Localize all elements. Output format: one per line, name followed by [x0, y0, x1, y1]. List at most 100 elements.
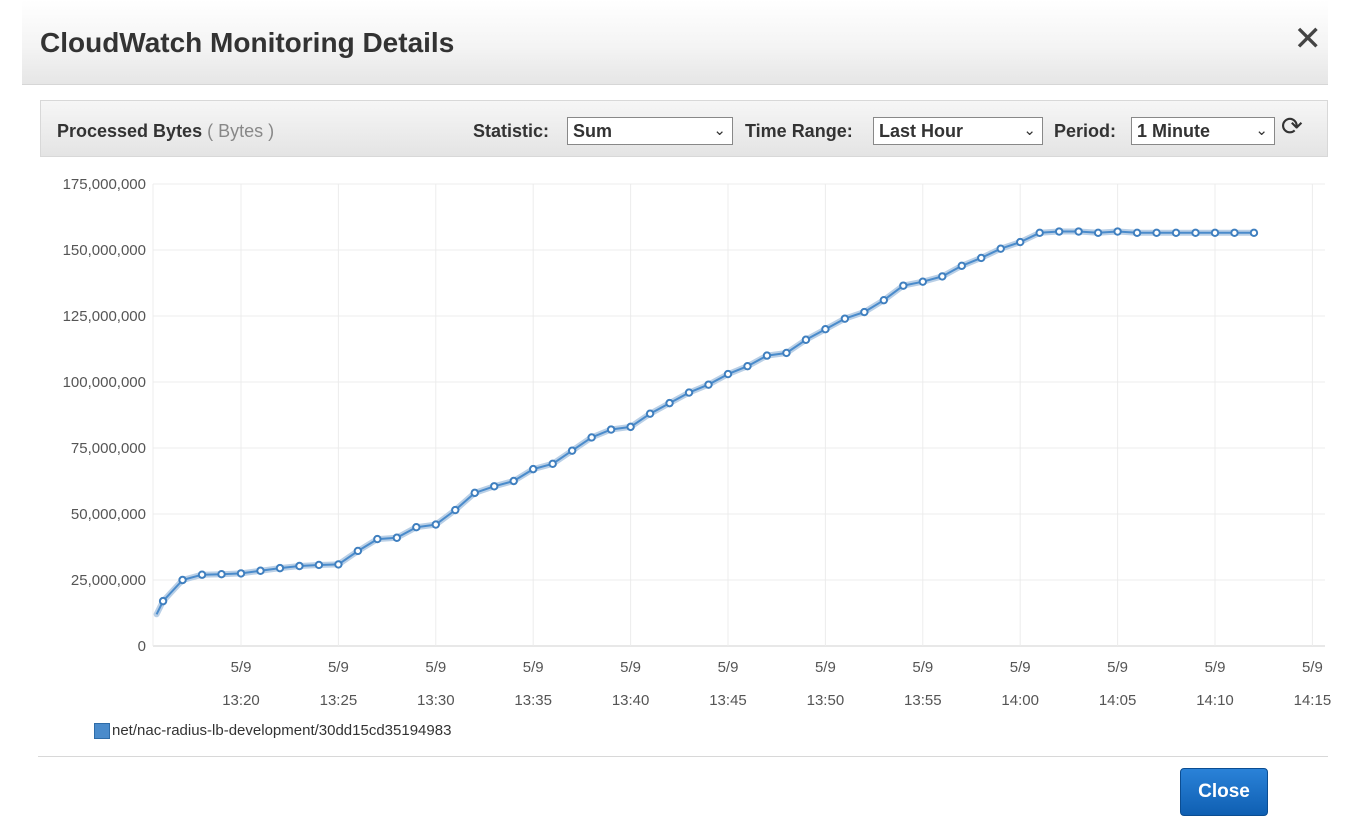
data-point: [178, 575, 187, 585]
y-tick-label: 75,000,000: [71, 440, 146, 457]
data-point: [431, 520, 440, 529]
statistic-value: Sum: [573, 121, 613, 141]
data-point: [938, 272, 947, 281]
data-point: [587, 433, 596, 442]
period-select[interactable]: 1 Minute ⌄: [1131, 117, 1275, 145]
legend-label: net/nac-radius-lb-development/30dd15cd35…: [112, 722, 452, 739]
metric-name: Processed Bytes: [57, 121, 203, 141]
x-tick-date: 5/9: [1302, 659, 1323, 676]
y-tick-label: 150,000,000: [63, 242, 146, 259]
metric-unit: ( Bytes ): [207, 121, 275, 141]
data-point: [860, 307, 869, 317]
data-point: [899, 281, 908, 290]
x-tick-date: 5/9: [718, 659, 739, 676]
time-range-label: Time Range:: [745, 121, 853, 141]
data-point: [665, 398, 674, 408]
data-point: [314, 560, 324, 570]
legend-swatch: [94, 722, 110, 739]
x-tick-date: 5/9: [912, 659, 933, 676]
data-point: [704, 380, 713, 389]
x-tick-time: 14:00: [1001, 692, 1039, 709]
data-point: [1093, 228, 1103, 238]
series-line: [155, 230, 1254, 615]
modal-title: CloudWatch Monitoring Details: [40, 27, 455, 58]
x-tick-date: 5/9: [425, 659, 446, 676]
x-tick-time: 14:15: [1294, 692, 1332, 709]
y-tick-label: 0: [138, 638, 146, 655]
period-value: 1 Minute: [1137, 121, 1211, 141]
x-tick-date: 5/9: [1205, 659, 1226, 676]
statistic-label: Statistic:: [473, 121, 550, 141]
data-point: [490, 482, 499, 491]
data-point: [295, 561, 304, 571]
y-tick-label: 125,000,000: [63, 308, 146, 325]
x-tick-time: 14:05: [1099, 692, 1137, 709]
data-point: [957, 261, 966, 271]
chevron-down-icon: ⌄: [1255, 122, 1268, 139]
data-point: [197, 570, 207, 579]
data-point: [567, 446, 577, 455]
x-tick-date: 5/9: [231, 659, 252, 676]
data-point: [645, 409, 655, 418]
data-point: [996, 244, 1005, 253]
data-point: [782, 348, 791, 358]
data-point: [626, 422, 635, 432]
data-point: [1074, 227, 1083, 236]
x-tick-date: 5/9: [1010, 659, 1031, 676]
x-tick-time: 13:50: [807, 692, 845, 709]
x-tick-date: 5/9: [620, 659, 641, 676]
data-point: [1132, 228, 1142, 238]
data-point: [392, 533, 402, 542]
data-point: [451, 505, 460, 515]
data-point: [1113, 227, 1122, 236]
close-button[interactable]: Close: [1180, 768, 1268, 816]
data-point: [373, 534, 382, 544]
data-point: [821, 325, 830, 334]
data-point: [1152, 228, 1161, 238]
period-label: Period:: [1054, 121, 1117, 141]
data-point: [1210, 228, 1220, 238]
y-tick-label: 175,000,000: [63, 176, 146, 193]
chart-toolbar: Processed Bytes ( Bytes ) Statistic: Sum…: [40, 100, 1328, 157]
data-point: [918, 277, 927, 286]
data-point: [548, 459, 557, 469]
time-range-select[interactable]: Last Hour ⌄: [873, 117, 1043, 145]
data-point: [1249, 228, 1259, 238]
footer-divider: [38, 756, 1328, 757]
x-tick-time: 13:30: [417, 692, 455, 709]
refresh-icon[interactable]: ⟳: [1281, 111, 1303, 142]
x-tick-time: 13:45: [709, 692, 747, 709]
data-point: [1171, 228, 1181, 238]
data-point: [840, 314, 850, 323]
close-icon[interactable]: ✕: [1294, 22, 1323, 56]
data-point: [801, 335, 811, 344]
chevron-down-icon: ⌄: [713, 122, 726, 139]
data-point: [256, 566, 265, 575]
x-tick-time: 13:25: [320, 692, 358, 709]
series-line-shadow: [153, 228, 1257, 618]
data-point: [529, 464, 538, 474]
data-point: [509, 476, 518, 486]
chevron-down-icon: ⌄: [1023, 122, 1036, 139]
x-tick-time: 13:40: [612, 692, 650, 709]
line-chart: 0 25,000,000 50,000,000 75,000,000 100,000,0…: [63, 176, 1332, 709]
y-tick-label: 100,000,000: [63, 374, 146, 391]
x-tick-time: 13:55: [904, 692, 942, 709]
data-point: [1016, 237, 1025, 247]
x-tick-date: 5/9: [523, 659, 544, 676]
statistic-select[interactable]: Sum ⌄: [567, 117, 733, 145]
x-tick-time: 14:10: [1196, 692, 1234, 709]
data-point: [762, 351, 772, 360]
data-point: [743, 361, 752, 371]
data-point: [1054, 227, 1064, 236]
x-tick-date: 5/9: [328, 659, 349, 676]
data-point: [353, 546, 363, 556]
chart-legend: net/nac-radius-lb-development/30dd15cd35…: [94, 722, 451, 739]
data-point: [723, 369, 733, 379]
data-point: [158, 596, 168, 606]
modal-header: CloudWatch Monitoring Details ✕: [22, 0, 1328, 85]
data-point: [977, 253, 986, 263]
data-point: [275, 563, 285, 573]
data-point: [606, 425, 616, 434]
y-tick-label: 25,000,000: [71, 572, 146, 589]
